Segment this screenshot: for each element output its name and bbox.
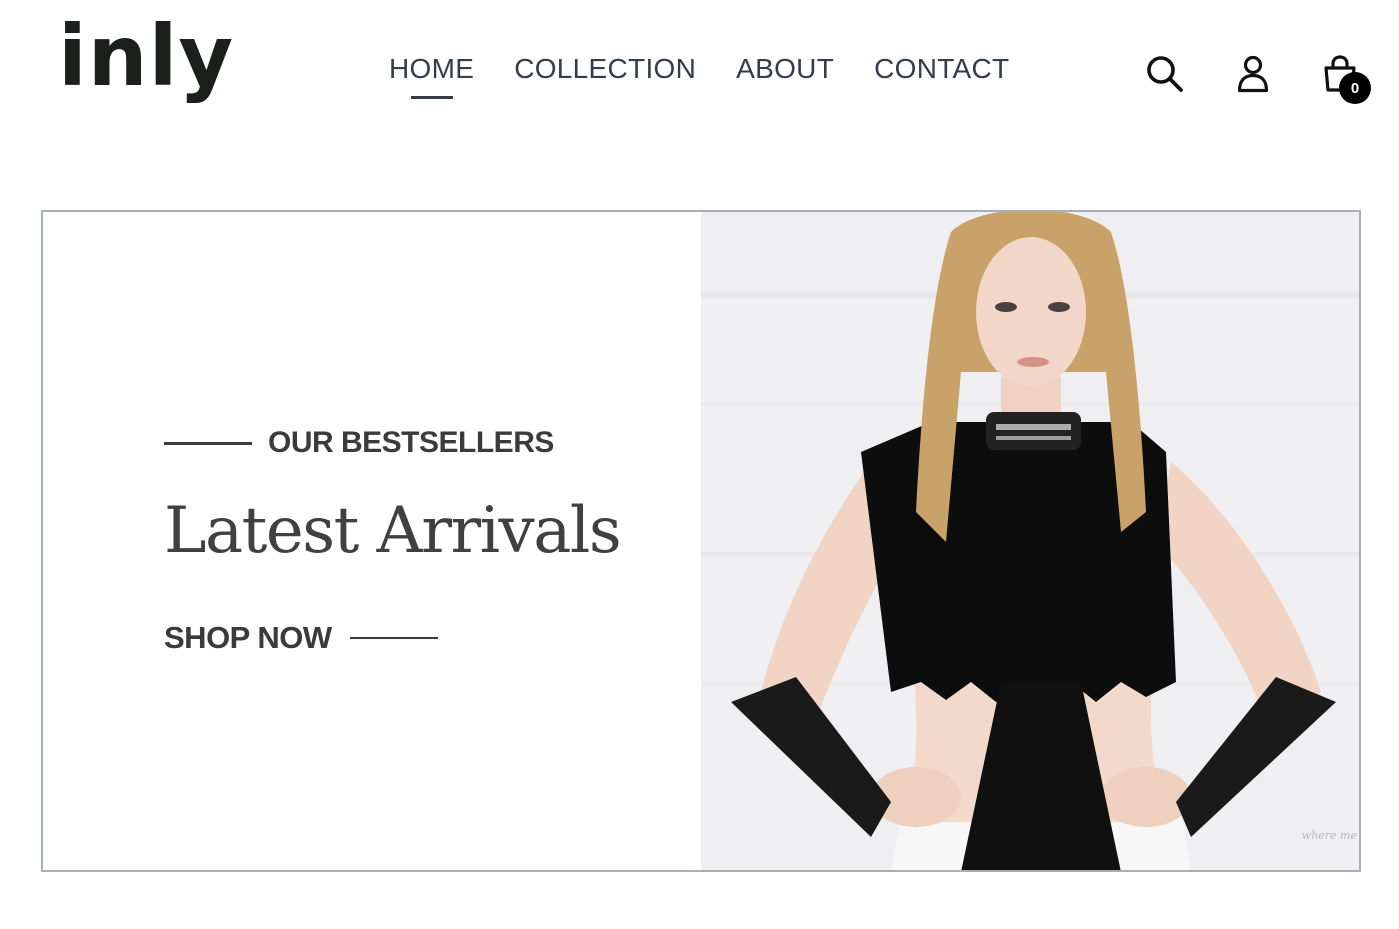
search-button[interactable]	[1141, 50, 1189, 98]
model-illustration	[701, 212, 1359, 870]
image-watermark: where me	[1301, 829, 1357, 842]
nav-link-collection[interactable]: COLLECTION	[514, 52, 696, 86]
account-button[interactable]	[1229, 50, 1277, 98]
nav-link-about[interactable]: ABOUT	[736, 52, 834, 86]
cart-count-badge: 0	[1339, 72, 1371, 104]
eyebrow-divider-line	[164, 441, 252, 445]
hero-text-block: OUR BESTSELLERS Latest Arrivals SHOP NOW	[164, 212, 684, 870]
site-logo[interactable]: inly	[58, 14, 234, 98]
site-header: inly HOME COLLECTION ABOUT CONTACT 0	[0, 0, 1399, 140]
cta-divider-line	[349, 637, 438, 639]
hero-product-image: where me	[701, 212, 1359, 870]
hero-eyebrow-row: OUR BESTSELLERS	[164, 426, 554, 460]
hero-banner: OUR BESTSELLERS Latest Arrivals SHOP NOW	[41, 210, 1361, 872]
search-icon	[1147, 56, 1183, 92]
hero-eyebrow: OUR BESTSELLERS	[268, 426, 554, 459]
hero-title: Latest Arrivals	[164, 494, 622, 568]
user-icon	[1237, 55, 1269, 93]
shop-now-link[interactable]: SHOP NOW	[164, 620, 438, 656]
main-nav: HOME COLLECTION ABOUT CONTACT	[389, 52, 1009, 86]
shop-now-label: SHOP NOW	[164, 620, 332, 655]
nav-link-home[interactable]: HOME	[389, 52, 474, 86]
nav-link-contact[interactable]: CONTACT	[874, 52, 1009, 86]
